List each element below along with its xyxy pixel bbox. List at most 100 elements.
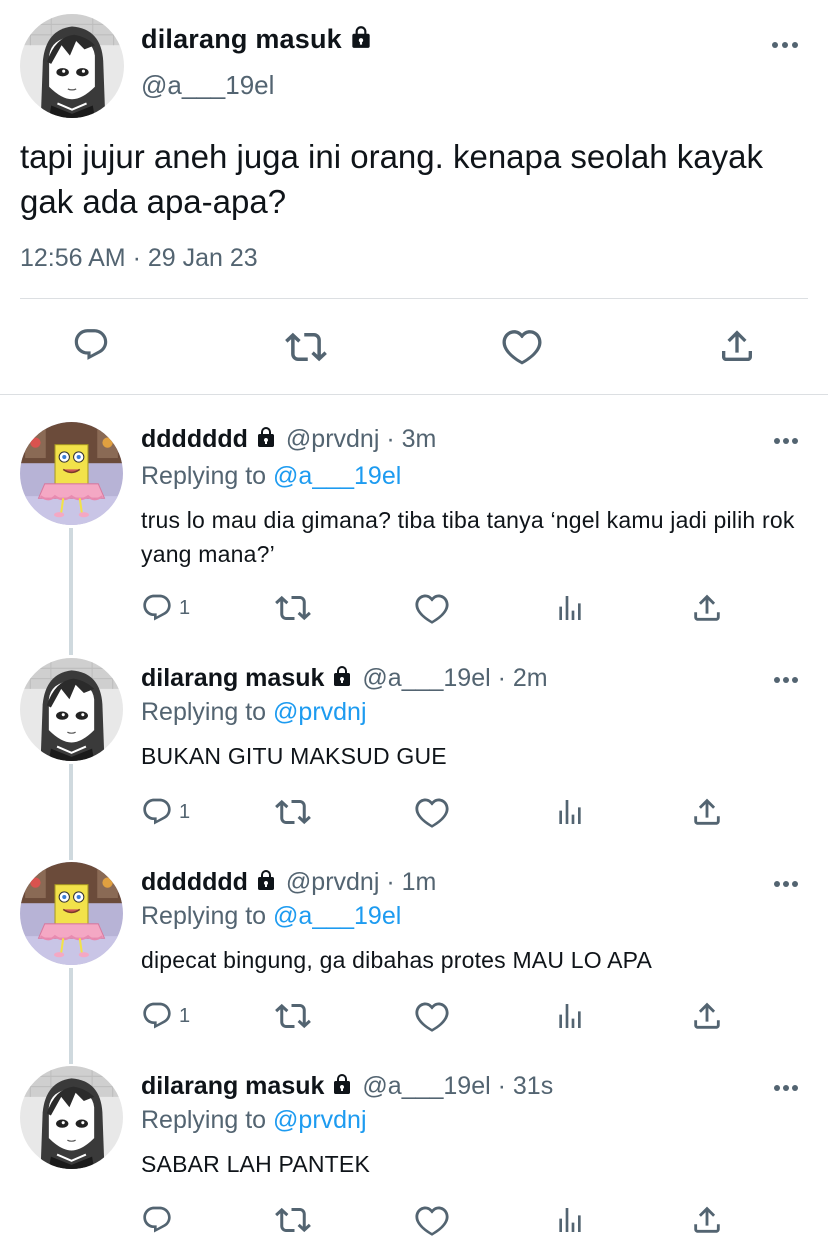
reply-icon xyxy=(72,326,110,364)
avatar[interactable] xyxy=(20,658,123,761)
author-row: dilarang masuk @a___19el · 2m xyxy=(141,664,548,693)
share-button[interactable] xyxy=(690,999,724,1033)
retweet-button[interactable] xyxy=(275,998,311,1034)
reply-button[interactable]: 1 xyxy=(141,796,190,828)
reply-icon xyxy=(141,592,173,624)
views-button[interactable] xyxy=(554,1204,586,1236)
author-row: dilarang masuk xyxy=(141,24,374,55)
views-button[interactable] xyxy=(554,592,586,624)
like-icon xyxy=(415,999,449,1033)
avatar[interactable] xyxy=(20,14,124,118)
tweet-text: dipecat bingung, ga dibahas protes MAU L… xyxy=(141,947,653,973)
reply-tweet[interactable]: ddddddd @prvdnj · 3m Replying to @a___19… xyxy=(0,395,828,640)
like-icon xyxy=(415,591,449,625)
views-icon xyxy=(554,592,586,624)
handle-time[interactable]: @prvdnj · 1m xyxy=(286,868,436,897)
reply-count: 1 xyxy=(179,596,191,619)
replying-to: Replying to @a___19el xyxy=(141,462,401,491)
display-name[interactable]: dilarang masuk xyxy=(141,1072,324,1101)
user-handle[interactable]: @a___19el xyxy=(141,70,274,101)
retweet-button[interactable] xyxy=(275,794,311,830)
author-row: ddddddd @prvdnj · 1m xyxy=(141,868,436,897)
lock-icon xyxy=(330,664,354,693)
like-button[interactable] xyxy=(415,795,449,829)
handle-time[interactable]: @a___19el · 31s xyxy=(362,1072,553,1101)
replying-to: Replying to @a___19el xyxy=(141,902,401,931)
reply-tweet[interactable]: dilarang masuk @a___19el · 2m Replying t… xyxy=(0,640,828,844)
retweet-button[interactable] xyxy=(285,326,327,368)
more-icon[interactable] xyxy=(774,881,802,889)
mention-link[interactable]: @a___19el xyxy=(273,462,401,490)
views-icon xyxy=(554,1000,586,1032)
lock-icon xyxy=(348,24,374,55)
author-row: ddddddd @prvdnj · 3m xyxy=(141,425,436,454)
lock-icon xyxy=(254,425,278,454)
handle-time[interactable]: @prvdnj · 3m xyxy=(286,425,436,454)
tweet-text: trus lo mau dia gimana? tiba tiba tanya … xyxy=(141,507,795,567)
replying-prefix: Replying to xyxy=(141,902,267,930)
like-icon xyxy=(415,795,449,829)
share-button[interactable] xyxy=(717,326,757,366)
reply-button[interactable]: 1 xyxy=(141,1000,190,1032)
replying-to: Replying to @prvdnj xyxy=(141,698,367,727)
mention-link[interactable]: @a___19el xyxy=(273,902,401,930)
handle-time[interactable]: @a___19el · 2m xyxy=(362,664,547,693)
reply-button[interactable] xyxy=(72,326,110,364)
reply-icon xyxy=(141,1000,173,1032)
tweet-text: tapi jujur aneh juga ini orang. kenapa s… xyxy=(20,138,764,220)
mention-link[interactable]: @prvdnj xyxy=(273,1106,366,1134)
tweet-timestamp[interactable]: 12:56 AM · 29 Jan 23 xyxy=(20,244,258,273)
reply-tweet[interactable]: ddddddd @prvdnj · 1m Replying to @a___19… xyxy=(0,844,828,1048)
display-name[interactable]: ddddddd xyxy=(141,868,248,897)
views-button[interactable] xyxy=(554,796,586,828)
avatar[interactable] xyxy=(20,1066,123,1169)
retweet-button[interactable] xyxy=(275,590,311,626)
share-icon xyxy=(690,591,724,625)
more-icon[interactable] xyxy=(774,677,802,685)
display-name[interactable]: dilarang masuk xyxy=(141,24,342,55)
share-button[interactable] xyxy=(690,1203,724,1237)
tweet-text: BUKAN GITU MAKSUD GUE xyxy=(141,743,447,769)
avatar[interactable] xyxy=(20,422,123,525)
more-icon[interactable] xyxy=(774,438,802,446)
share-button[interactable] xyxy=(690,795,724,829)
like-button[interactable] xyxy=(415,1203,449,1237)
views-icon xyxy=(554,796,586,828)
tweet-text: SABAR LAH PANTEK xyxy=(141,1151,371,1177)
retweet-icon xyxy=(275,998,311,1034)
like-icon xyxy=(415,1203,449,1237)
reply-icon xyxy=(141,796,173,828)
replying-prefix: Replying to xyxy=(141,462,267,490)
avatar-image xyxy=(20,658,123,761)
mention-link[interactable]: @prvdnj xyxy=(273,698,366,726)
reply-count: 1 xyxy=(179,1004,191,1027)
reply-button[interactable]: 1 xyxy=(141,592,190,624)
replying-prefix: Replying to xyxy=(141,1106,267,1134)
display-name[interactable]: dilarang masuk xyxy=(141,664,324,693)
retweet-icon xyxy=(285,326,327,368)
retweet-icon xyxy=(275,590,311,626)
like-button[interactable] xyxy=(415,999,449,1033)
share-button[interactable] xyxy=(690,591,724,625)
reply-tweet[interactable]: dilarang masuk @a___19el · 31s Replying … xyxy=(0,1048,828,1254)
main-tweet: dilarang masuk @a___19el tapi jujur aneh… xyxy=(0,0,828,394)
views-button[interactable] xyxy=(554,1000,586,1032)
retweet-button[interactable] xyxy=(275,1202,311,1238)
views-icon xyxy=(554,1204,586,1236)
like-button[interactable] xyxy=(415,591,449,625)
retweet-icon xyxy=(275,794,311,830)
more-icon[interactable] xyxy=(774,1085,802,1093)
share-icon xyxy=(717,326,757,366)
like-button[interactable] xyxy=(502,326,542,366)
share-icon xyxy=(690,999,724,1033)
display-name[interactable]: ddddddd xyxy=(141,425,248,454)
share-icon xyxy=(690,795,724,829)
more-icon[interactable] xyxy=(772,42,800,50)
avatar[interactable] xyxy=(20,862,123,965)
lock-icon xyxy=(254,868,278,897)
avatar-image xyxy=(20,14,124,118)
divider xyxy=(20,298,808,299)
avatar-image xyxy=(20,862,123,965)
reply-button[interactable] xyxy=(141,1204,179,1236)
lock-icon xyxy=(330,1072,354,1101)
